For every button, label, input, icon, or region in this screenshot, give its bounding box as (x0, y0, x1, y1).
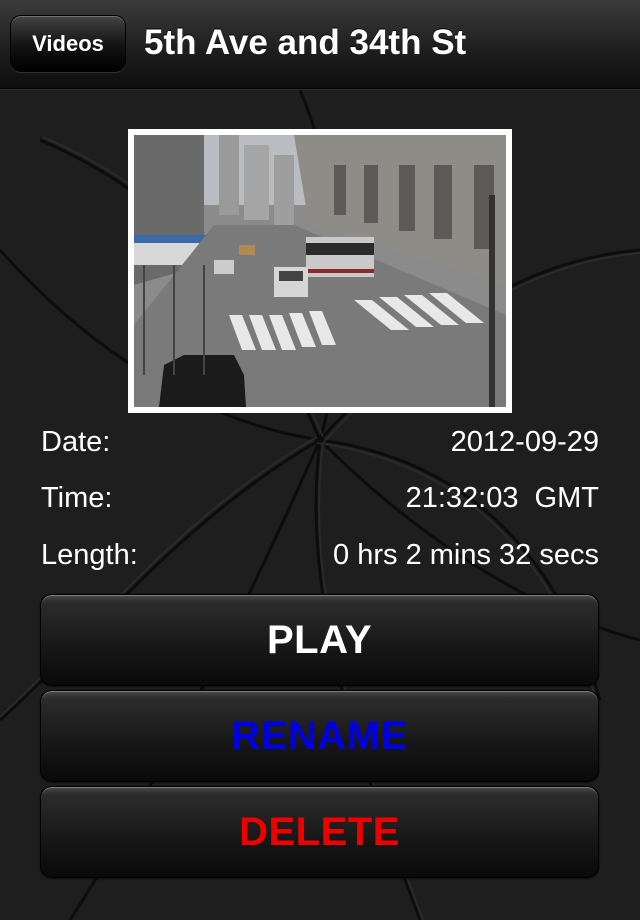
play-button[interactable]: PLAY (40, 594, 599, 686)
video-thumbnail[interactable] (128, 129, 512, 413)
length-value: 0 hrs 2 mins 32 secs (333, 539, 599, 571)
date-label: Date: (41, 426, 111, 458)
date-value: 2012-09-29 (450, 426, 599, 458)
back-videos-button[interactable]: Videos (10, 15, 126, 72)
delete-label: DELETE (239, 809, 400, 854)
delete-button[interactable]: DELETE (40, 786, 599, 878)
time-label: Time: (41, 482, 113, 514)
rename-button[interactable]: RENAME (40, 690, 599, 782)
length-row: Length: 0 hrs 2 mins 32 secs (41, 535, 599, 575)
page-title: 5th Ave and 34th St (144, 23, 467, 62)
rename-label: RENAME (231, 713, 408, 758)
length-label: Length: (41, 539, 138, 571)
street-camera-thumbnail-icon (134, 135, 506, 407)
time-value: 21:32:03 GMT (405, 482, 599, 514)
play-label: PLAY (266, 617, 372, 662)
navigation-bar: Videos 5th Ave and 34th St (0, 0, 640, 89)
back-button-label: Videos (32, 30, 104, 56)
time-row: Time: 21:32:03 GMT (41, 478, 599, 518)
date-row: Date: 2012-09-29 (41, 422, 599, 462)
